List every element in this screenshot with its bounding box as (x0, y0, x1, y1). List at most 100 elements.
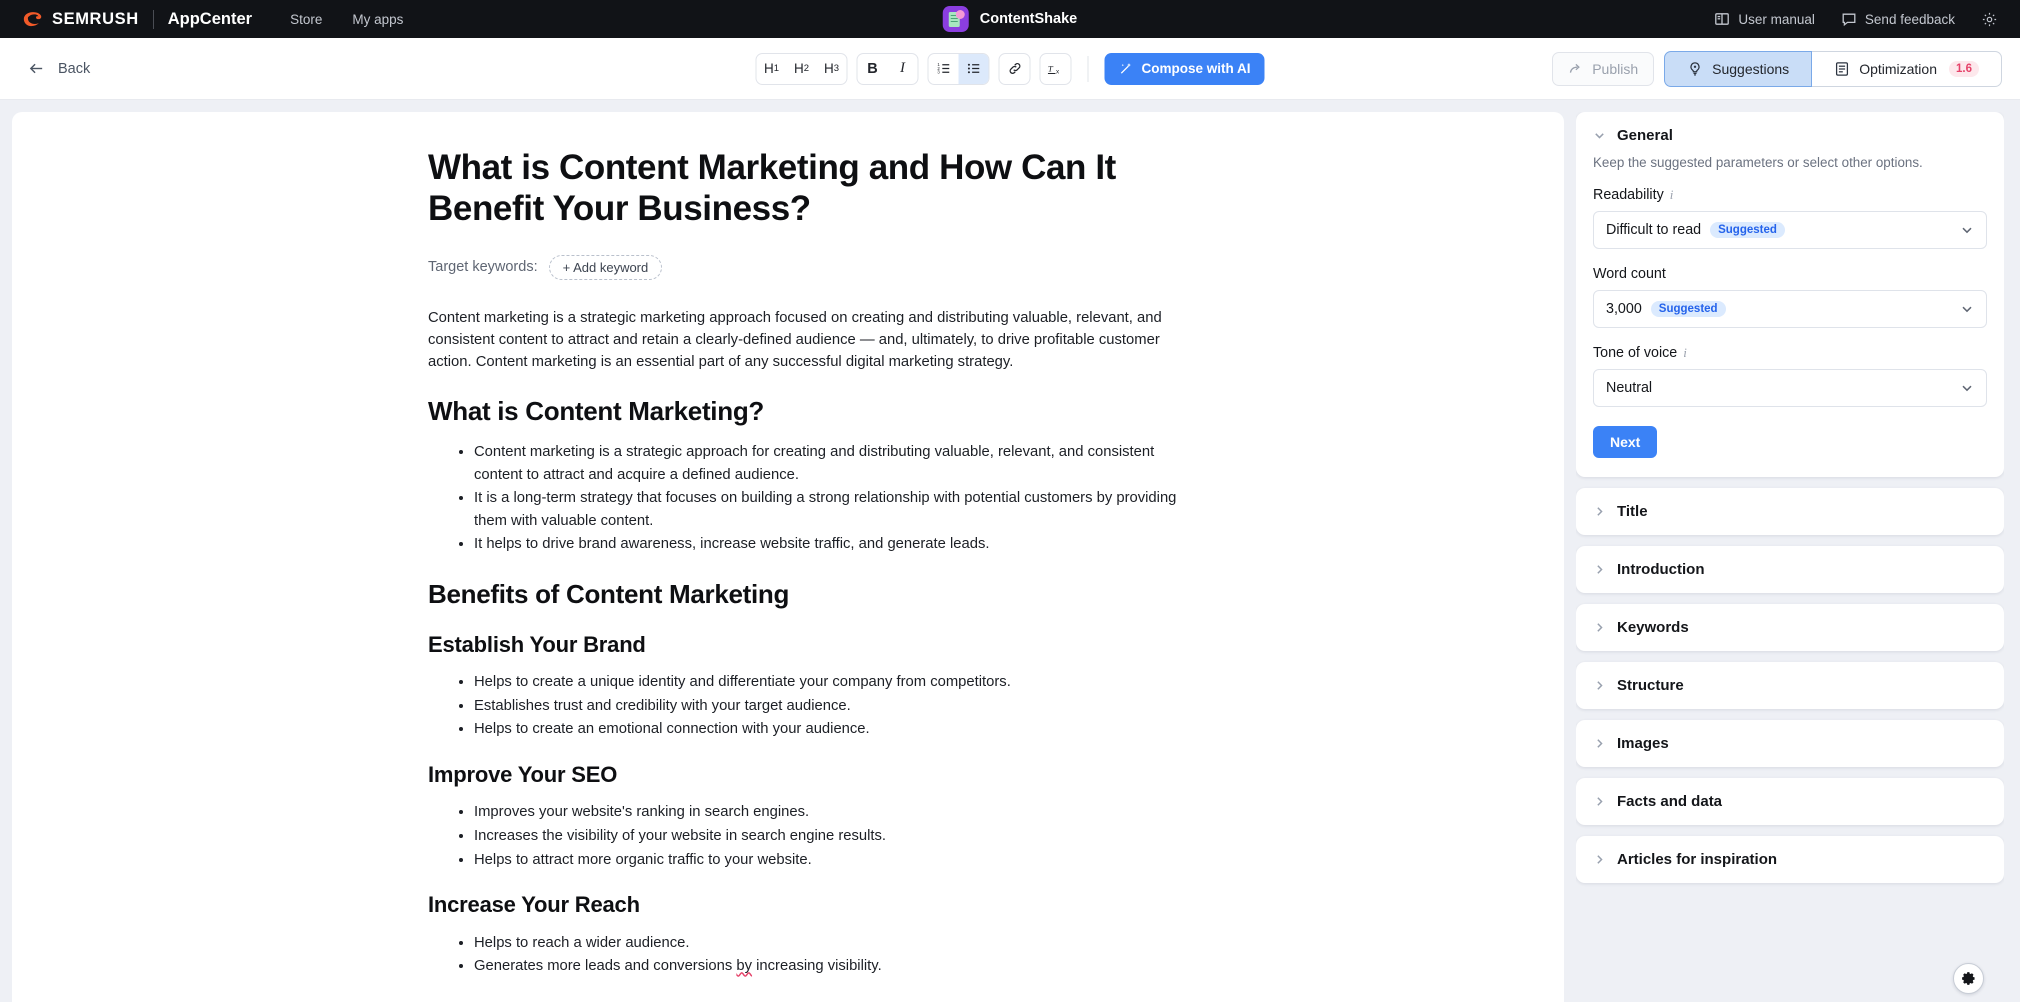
panel-settings-fab[interactable] (1953, 963, 1984, 994)
document-editor[interactable]: What is Content Marketing and How Can It… (12, 112, 1564, 1002)
section-bullet-list[interactable]: Content marketing is a strategic approac… (428, 441, 1188, 556)
section-heading[interactable]: Improve Your SEO (428, 761, 1188, 789)
info-icon[interactable]: i (1683, 345, 1687, 361)
panel-section-structure[interactable]: Structure (1576, 662, 2004, 709)
formatting-toolbar: H1 H2 H3 B I 1 2 3 T x Compose with AI (755, 52, 1265, 85)
svg-text:T: T (1048, 64, 1054, 74)
editor-toolbar: Back H1 H2 H3 B I 1 2 3 T x Compose with… (0, 38, 2020, 100)
section-heading[interactable]: Benefits of Content Marketing (428, 578, 1188, 611)
ordered-list-button[interactable]: 1 2 3 (928, 54, 958, 84)
clear-formatting-icon: T x (1047, 64, 1060, 75)
global-header: SEMRUSH AppCenter Store My apps ContentS… (0, 0, 2020, 38)
insert-link-button[interactable] (999, 54, 1029, 84)
add-keyword-button[interactable]: + Add keyword (548, 254, 663, 280)
list-item[interactable]: Content marketing is a strategic approac… (474, 441, 1188, 486)
publish-button[interactable]: Publish (1552, 51, 1655, 86)
section-bullet-list[interactable]: Improves your website's ranking in searc… (428, 801, 1188, 871)
list-item[interactable]: Helps to reach a wider audience. (474, 932, 1188, 955)
heading-2-button[interactable]: H2 (786, 54, 816, 84)
optimization-score-badge: 1.6 (1949, 60, 1979, 77)
tone-of-voice-select[interactable]: Neutral (1593, 369, 1987, 407)
lightbulb-icon (1690, 61, 1700, 76)
list-item[interactable]: Establishes trust and credibility with y… (474, 695, 1188, 718)
bold-button[interactable]: B (857, 54, 887, 84)
list-item[interactable]: Helps to create a unique identity and di… (474, 671, 1188, 694)
italic-button[interactable]: I (887, 54, 917, 84)
chat-bubble-icon (1842, 13, 1856, 27)
section-heading[interactable]: What is Content Marketing? (428, 395, 1188, 428)
panel-section-introduction[interactable]: Introduction (1576, 546, 2004, 593)
list-item[interactable]: It helps to drive brand awareness, incre… (474, 533, 1188, 556)
next-button[interactable]: Next (1593, 426, 1658, 458)
back-button[interactable]: Back (18, 54, 100, 83)
panel-section-structure-label: Structure (1617, 677, 1684, 694)
compose-with-ai-button[interactable]: Compose with AI (1104, 52, 1265, 85)
panel-section-title[interactable]: Title (1576, 488, 2004, 535)
intro-paragraph[interactable]: Content marketing is a strategic marketi… (428, 307, 1188, 374)
info-icon[interactable]: i (1670, 187, 1674, 203)
chevron-right-icon (1597, 739, 1603, 748)
list-item[interactable]: Increases the visibility of your website… (474, 825, 1188, 848)
list-item[interactable]: Improves your website's ranking in searc… (474, 801, 1188, 824)
heading-3-button[interactable]: H3 (816, 54, 846, 84)
tab-suggestions-label: Suggestions (1712, 60, 1790, 77)
ordered-list-icon: 1 2 3 (937, 62, 949, 75)
magic-wand-icon (1120, 63, 1131, 74)
header-settings-button[interactable] (1981, 11, 1998, 28)
panel-section-images[interactable]: Images (1576, 720, 2004, 767)
unordered-list-button[interactable] (958, 53, 989, 84)
header-actions: User manual Send feedback (1714, 11, 1998, 28)
panel-section-keywords-label: Keywords (1617, 619, 1689, 636)
nav-item-my-apps[interactable]: My apps (352, 12, 403, 27)
user-manual-link[interactable]: User manual (1714, 11, 1815, 27)
nav-item-store[interactable]: Store (290, 12, 322, 27)
document-title[interactable]: What is Content Marketing and How Can It… (428, 148, 1188, 230)
list-item[interactable]: It is a long-term strategy that focuses … (474, 487, 1188, 532)
word-count-select[interactable]: 3,000 Suggested (1593, 290, 1987, 328)
list-item[interactable]: Generates more leads and conversions by … (474, 955, 1188, 978)
general-section-header[interactable]: General (1593, 127, 1987, 144)
unordered-list-icon (967, 63, 979, 74)
panel-section-keywords[interactable]: Keywords (1576, 604, 2004, 651)
chevron-right-icon (1597, 565, 1603, 574)
heading-tool-group: H1 H2 H3 (755, 52, 848, 85)
section-bullet-list[interactable]: Helps to reach a wider audience. Generat… (428, 932, 1188, 978)
panel-section-facts-and-data[interactable]: Facts and data (1576, 778, 2004, 825)
list-item[interactable]: Helps to attract more organic traffic to… (474, 849, 1188, 872)
gear-icon (1962, 972, 1975, 985)
word-count-suggested-badge: Suggested (1650, 301, 1726, 317)
semrush-logo[interactable]: SEMRUSH (22, 8, 139, 30)
send-feedback-label: Send feedback (1864, 11, 1955, 27)
panel-section-articles-label: Articles for inspiration (1617, 851, 1778, 868)
panel-section-facts-and-data-label: Facts and data (1617, 793, 1723, 810)
chevron-right-icon (1597, 681, 1603, 690)
brand-lockup[interactable]: SEMRUSH AppCenter (22, 8, 252, 30)
document-lines-icon (1836, 61, 1849, 76)
list-item[interactable]: Helps to create an emotional connection … (474, 718, 1188, 741)
panel-section-articles-for-inspiration[interactable]: Articles for inspiration (1576, 836, 2004, 883)
svg-text:x: x (1056, 68, 1060, 75)
heading-1-button[interactable]: H1 (756, 54, 786, 84)
word-count-value: 3,000 (1606, 301, 1642, 317)
readability-select[interactable]: Difficult to read Suggested (1593, 211, 1987, 249)
back-label: Back (58, 60, 91, 77)
current-app-name: ContentShake (979, 11, 1078, 27)
main-area: What is Content Marketing and How Can It… (0, 100, 2020, 1002)
tab-suggestions[interactable]: Suggestions (1664, 50, 1813, 87)
section-heading[interactable]: Establish Your Brand (428, 631, 1188, 659)
share-arrow-icon (1570, 63, 1581, 73)
general-section-subtitle: Keep the suggested parameters or select … (1593, 155, 1923, 170)
section-heading[interactable]: Increase Your Reach (428, 891, 1188, 919)
list-tool-group: 1 2 3 (927, 52, 990, 85)
section-bullet-list[interactable]: Helps to create a unique identity and di… (428, 671, 1188, 741)
chevron-down-icon (1962, 385, 1972, 392)
panel-section-title-label: Title (1617, 503, 1648, 520)
tab-optimization[interactable]: Optimization 1.6 (1812, 50, 2002, 87)
text-style-tool-group: B I (856, 52, 919, 85)
tab-optimization-label: Optimization (1859, 60, 1937, 77)
clear-formatting-button[interactable]: T x (1040, 54, 1070, 84)
send-feedback-link[interactable]: Send feedback (1841, 11, 1955, 27)
target-keywords-row: Target keywords: + Add keyword (428, 254, 1188, 280)
appcenter-wordmark[interactable]: AppCenter (168, 10, 252, 29)
semrush-wordmark: SEMRUSH (52, 9, 139, 28)
